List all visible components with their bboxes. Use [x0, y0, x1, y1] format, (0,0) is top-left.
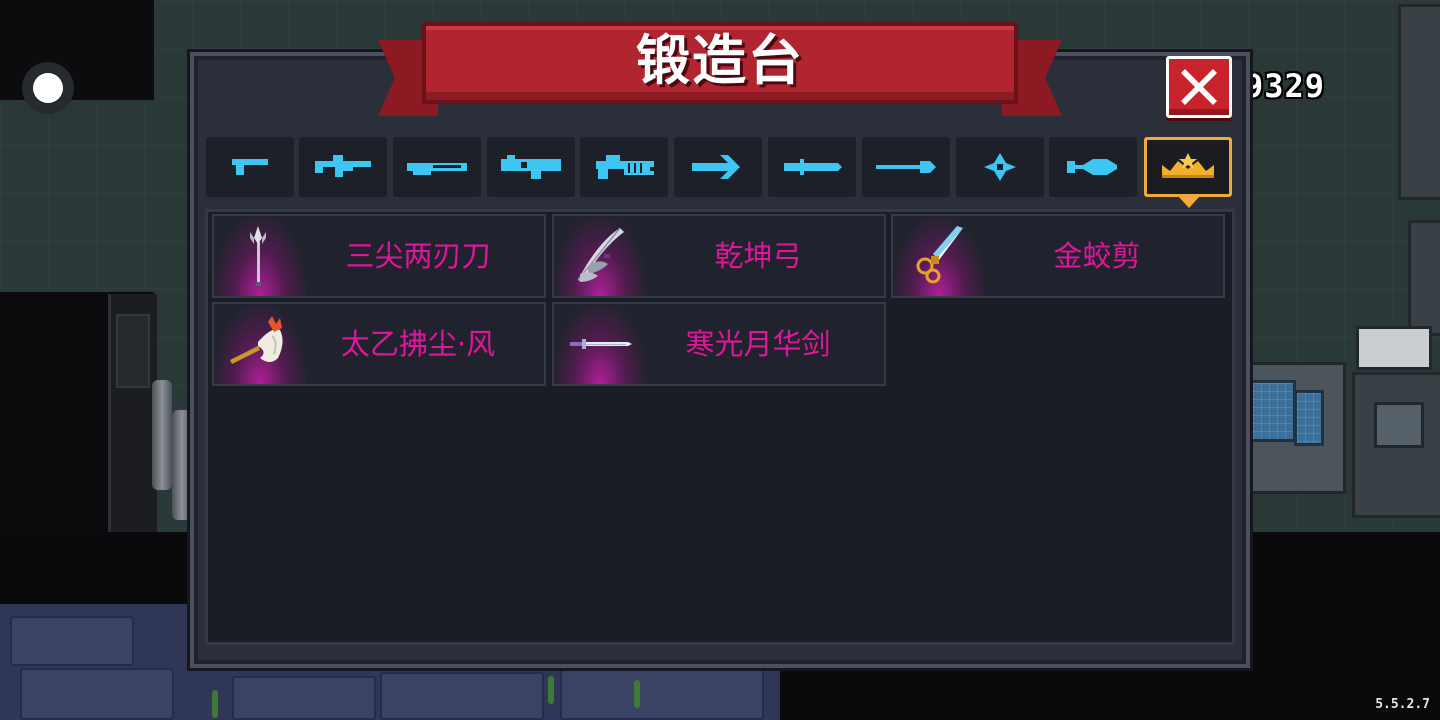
arrow-weapon-icon: [692, 155, 740, 179]
machine: [1408, 220, 1440, 336]
gas-cylinder: [152, 380, 172, 490]
trident-blade-icon: [250, 226, 266, 286]
spear-icon: [876, 161, 936, 173]
floor-tile: [232, 676, 376, 720]
tab-sword[interactable]: [768, 137, 856, 197]
pistol-icon: [232, 159, 268, 175]
tab-rifle[interactable]: [299, 137, 387, 197]
close-button[interactable]: [1166, 56, 1232, 118]
tab-pistol[interactable]: [206, 137, 294, 197]
machine: [1398, 4, 1440, 200]
vine: [212, 690, 218, 718]
tab-fish[interactable]: [1049, 137, 1137, 197]
launcher-icon: [501, 155, 561, 179]
bow-icon: [577, 227, 624, 282]
crown-icon: [1162, 153, 1214, 178]
tab-shotgun[interactable]: [393, 137, 481, 197]
laser-gun-icon: [596, 155, 654, 179]
tab-legendary[interactable]: [1144, 137, 1232, 197]
weapon-name: 太乙拂尘·风: [340, 327, 496, 361]
rifle-icon: [315, 155, 371, 177]
weapon-name: 三尖两刃刀: [345, 239, 491, 273]
weapon-name: 寒光月华剑: [685, 327, 831, 361]
monitor-screen: [1250, 380, 1296, 442]
game-screen: 9329 5.5.2.7 锻造台 三尖两刃刀 乾坤弓 金蛟剪 太乙拂尘·风 寒光…: [0, 0, 1440, 720]
weapon-name: 金蛟剪: [1053, 239, 1141, 273]
tab-shuriken[interactable]: [956, 137, 1044, 197]
floor-tile: [560, 668, 764, 720]
floor-tile: [10, 616, 134, 666]
tab-launcher[interactable]: [487, 137, 575, 197]
weapon-name: 乾坤弓: [714, 239, 802, 273]
panel-title: 锻造台: [636, 29, 804, 92]
version-label: 5.5.2.7: [1375, 697, 1430, 712]
gold-counter: 9329: [1244, 67, 1326, 105]
fish-weapon-icon: [1067, 159, 1117, 175]
weapon-card[interactable]: 三尖两刃刀: [212, 214, 546, 298]
tab-laser-gun[interactable]: [580, 137, 668, 197]
tab-arrow[interactable]: [674, 137, 762, 197]
sword-icon: [784, 159, 842, 175]
golden-scissors-icon: [916, 226, 963, 284]
joystick[interactable]: [22, 62, 74, 114]
vine: [634, 680, 640, 708]
locker-door: [116, 314, 150, 388]
gas-cylinder: [172, 410, 192, 520]
shotgun-icon: [407, 163, 467, 175]
weapon-card[interactable]: 寒光月华剑: [552, 302, 886, 386]
selected-tab-indicator: [1178, 196, 1200, 208]
floor-tile: [20, 668, 174, 720]
vine: [548, 676, 554, 704]
floor-tile: [380, 672, 544, 720]
machine-roller: [1356, 326, 1432, 370]
whisk-icon: [230, 316, 283, 364]
moon-sword-icon: [570, 339, 632, 349]
close-icon: [1181, 69, 1217, 105]
shuriken-icon: [984, 153, 1016, 181]
tab-spear[interactable]: [862, 137, 950, 197]
weapon-card[interactable]: 金蛟剪: [891, 214, 1225, 298]
monitor-screen: [1294, 390, 1324, 446]
weapon-card[interactable]: 乾坤弓: [552, 214, 886, 298]
machine-panel: [1374, 402, 1424, 448]
joystick-knob[interactable]: [33, 73, 63, 103]
weapon-card[interactable]: 太乙拂尘·风: [212, 302, 546, 386]
